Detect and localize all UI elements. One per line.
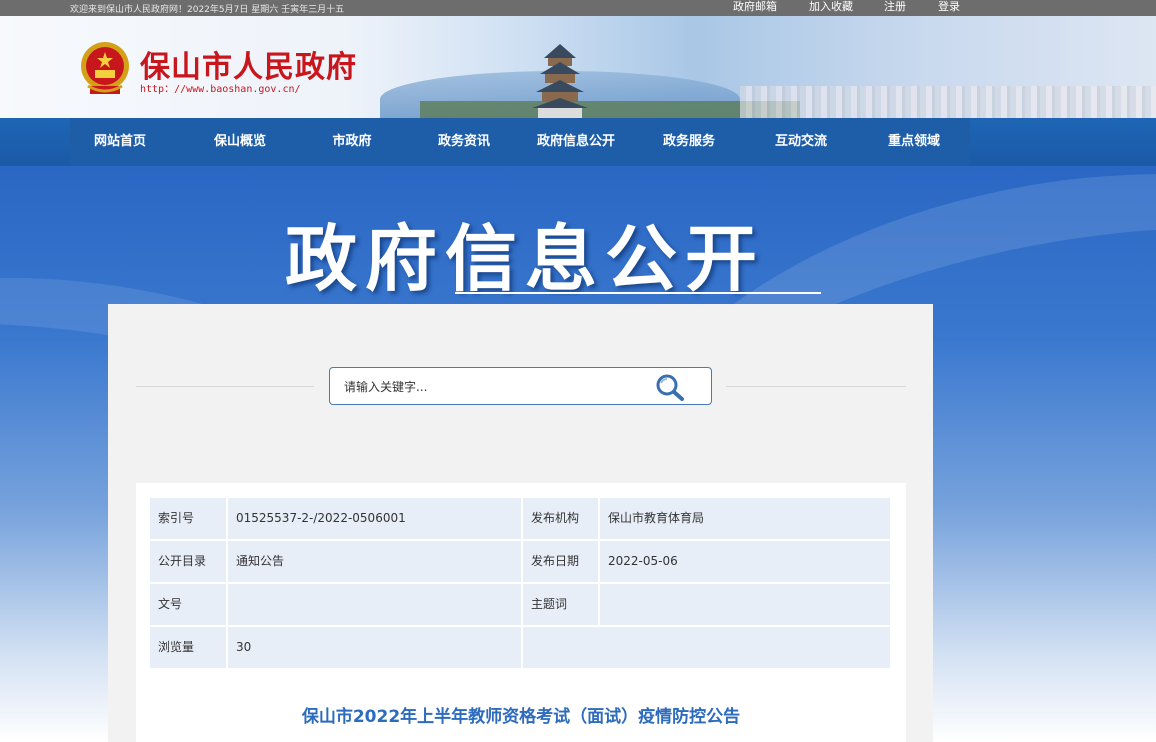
divider xyxy=(136,386,314,387)
table-row: 文号 主题词 xyxy=(150,584,891,625)
meta-label: 公开目录 xyxy=(150,541,226,582)
meta-value: 01525537-2-/2022-0506001 xyxy=(228,498,521,539)
nav-item-interaction[interactable]: 互动交流 xyxy=(751,118,851,166)
top-link-mailbox[interactable]: 政府邮箱 xyxy=(733,0,809,16)
welcome-text: 欢迎来到保山市人民政府网！2022年5月7日 星期六 壬寅年三月十五 xyxy=(70,5,345,15)
national-emblem-icon[interactable] xyxy=(78,40,132,96)
top-links: 政府邮箱 加入收藏 注册 登录 xyxy=(720,0,978,16)
table-row: 公开目录 通知公告 发布日期 2022-05-06 xyxy=(150,541,891,582)
meta-empty xyxy=(523,627,890,668)
search-icon[interactable] xyxy=(654,373,686,401)
table-row: 浏览量 30 xyxy=(150,627,891,668)
meta-label: 浏览量 xyxy=(150,627,226,668)
meta-value xyxy=(600,584,890,625)
pavilion-icon xyxy=(532,44,588,118)
meta-label: 主题词 xyxy=(523,584,598,625)
nav-item-city-government[interactable]: 市政府 xyxy=(302,118,402,166)
article-title: 保山市2022年上半年教师资格考试（面试）疫情防控公告 xyxy=(301,707,741,727)
top-link-register[interactable]: 注册 xyxy=(884,0,938,16)
meta-label: 文号 xyxy=(150,584,226,625)
header-banner: 保山市人民政府 http：//www.baoshan.gov.cn/ xyxy=(0,16,1156,118)
meta-value: 保山市教育体育局 xyxy=(600,498,890,539)
search-box xyxy=(329,367,712,405)
page-title: 政府信息公开 xyxy=(285,217,766,301)
nav-item-key-areas[interactable]: 重点领域 xyxy=(864,118,964,166)
city-scenery xyxy=(740,86,1156,118)
meta-value: 30 xyxy=(228,627,521,668)
nav-item-overview[interactable]: 保山概览 xyxy=(190,118,290,166)
divider xyxy=(726,386,906,387)
top-link-login[interactable]: 登录 xyxy=(938,0,978,16)
site-url: http：//www.baoshan.gov.cn/ xyxy=(140,84,301,95)
meta-value: 2022-05-06 xyxy=(600,541,890,582)
top-link-bookmark[interactable]: 加入收藏 xyxy=(809,0,884,16)
nav-item-services[interactable]: 政务服务 xyxy=(639,118,739,166)
main-nav: 网站首页 保山概览 市政府 政务资讯 政府信息公开 政务服务 互动交流 重点领域 xyxy=(0,118,1156,166)
meta-value: 通知公告 xyxy=(228,541,521,582)
meta-value xyxy=(228,584,521,625)
nav-item-news[interactable]: 政务资讯 xyxy=(414,118,514,166)
main-nav-inner: 网站首页 保山概览 市政府 政务资讯 政府信息公开 政务服务 互动交流 重点领域 xyxy=(70,118,970,166)
meta-label: 发布机构 xyxy=(523,498,598,539)
nav-item-home[interactable]: 网站首页 xyxy=(70,118,170,166)
title-underline xyxy=(455,292,821,294)
table-row: 索引号 01525537-2-/2022-0506001 发布机构 保山市教育体… xyxy=(150,498,891,539)
nav-item-info-disclosure[interactable]: 政府信息公开 xyxy=(526,118,626,166)
meta-label: 发布日期 xyxy=(523,541,598,582)
meta-label: 索引号 xyxy=(150,498,226,539)
top-bar: 欢迎来到保山市人民政府网！2022年5月7日 星期六 壬寅年三月十五 政府邮箱 … xyxy=(0,0,1156,16)
search-input[interactable] xyxy=(344,378,644,396)
